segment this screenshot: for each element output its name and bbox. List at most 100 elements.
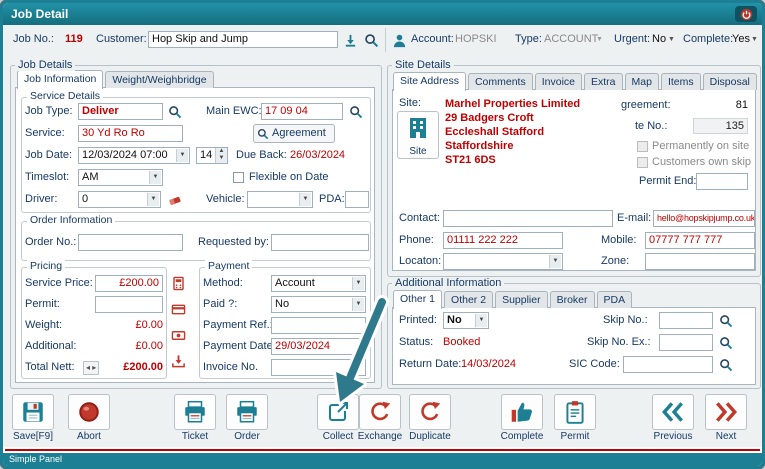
status-value: Booked [443, 336, 481, 348]
order-button[interactable]: Order [221, 394, 273, 442]
zone-field[interactable] [645, 253, 755, 270]
tab-other-2[interactable]: Other 2 [444, 291, 494, 308]
mobile-field[interactable]: 07777 777 777 [645, 232, 755, 249]
paid-combo[interactable]: No ▼ [271, 296, 366, 313]
payment-legend: Payment [205, 260, 253, 272]
permit-end-field[interactable] [696, 173, 748, 190]
payment-ref-field[interactable] [271, 317, 366, 334]
clear-driver-button[interactable] [166, 191, 183, 208]
site-button[interactable]: Site [397, 111, 439, 159]
abort-button-label: Abort [77, 431, 101, 442]
contact-field[interactable] [443, 210, 613, 227]
banknote-button[interactable] [170, 327, 187, 344]
clipboard-icon [566, 401, 584, 424]
type-combo[interactable]: ACCOUNT [544, 31, 598, 48]
ticket-button[interactable]: Ticket [169, 394, 221, 442]
previous-button[interactable]: Previous [647, 394, 699, 442]
complete-combo[interactable]: Yes [732, 31, 750, 48]
requested-by-field[interactable] [271, 234, 369, 251]
pos-terminal-button[interactable] [170, 275, 187, 292]
customer-input[interactable]: Hop Skip and Jump [148, 31, 338, 48]
skip-no-field[interactable] [659, 312, 713, 329]
job-type-field[interactable]: Deliver [78, 103, 163, 120]
exchange-button[interactable]: Exchange [354, 394, 406, 442]
duration-spinner[interactable]: 14 ▲ ▼ [196, 147, 228, 164]
tab-pda[interactable]: PDA [596, 291, 633, 308]
tab-broker[interactable]: Broker [549, 291, 595, 308]
service-price-value: £200.00 [119, 277, 159, 289]
complete-button[interactable]: Complete [496, 394, 548, 442]
power-icon [740, 8, 752, 20]
customers-own-skip-checkbox[interactable] [637, 157, 648, 168]
tab-comments[interactable]: Comments [467, 73, 533, 90]
tab-extra[interactable]: Extra [584, 73, 623, 90]
invoice-no-field[interactable] [271, 359, 366, 376]
spinner-up-down-icon[interactable]: ▲ ▼ [215, 148, 227, 163]
location-combo[interactable]: ▼ [443, 253, 563, 270]
refresh-icon [421, 401, 441, 421]
sic-code-field[interactable] [623, 356, 713, 373]
method-combo[interactable]: Account ▼ [271, 275, 366, 292]
email-value: hello@hopskipjump.co.uk [657, 213, 755, 223]
customer-search-button[interactable] [362, 31, 380, 49]
tab-items[interactable]: Items [660, 73, 701, 90]
tab-site-address[interactable]: Site Address [393, 72, 466, 91]
main-ewc-field[interactable]: 17 09 04 [261, 103, 343, 120]
chevrons-right-icon [716, 402, 737, 422]
chevron-down-icon: ▼ [299, 193, 311, 206]
customer-label: Customer: [96, 33, 147, 45]
service-price-field[interactable]: £200.00 [95, 275, 163, 292]
tab-disposal[interactable]: Disposal [702, 73, 757, 90]
timeslot-combo[interactable]: AM ▼ [78, 169, 163, 186]
site-address-line: Staffordshire [445, 140, 514, 152]
permanently-on-site-checkbox[interactable] [637, 141, 648, 152]
next-button[interactable]: Next [700, 394, 752, 442]
flexible-on-date-checkbox[interactable] [233, 172, 244, 183]
status-bar: Simple Panel [3, 453, 762, 466]
urgent-combo[interactable]: No [652, 31, 666, 48]
service-field[interactable]: 30 Yd Ro Ro [78, 125, 183, 142]
sic-code-search-button[interactable] [717, 356, 734, 373]
payment-date-field[interactable]: 29/03/2024 [271, 338, 366, 355]
pda-field[interactable] [345, 191, 369, 208]
tab-weight-weighbridge[interactable]: Weight/Weighbridge [105, 71, 214, 88]
abort-button[interactable]: Abort [63, 394, 115, 442]
skip-no-ex-search-button[interactable] [717, 334, 734, 351]
weight-value: £0.00 [135, 319, 163, 331]
tab-supplier[interactable]: Supplier [495, 291, 548, 308]
customer-import-button[interactable] [341, 31, 359, 49]
job-date-combo[interactable]: 12/03/2024 07:00 ▼ [78, 147, 190, 164]
duplicate-button[interactable]: Duplicate [404, 394, 456, 442]
save-button[interactable]: Save[F9] [7, 394, 59, 442]
vehicle-label: Vehicle: [206, 193, 245, 205]
banknote-icon [171, 331, 186, 340]
contact-label: Contact: [399, 212, 440, 224]
close-power-button[interactable] [735, 6, 757, 22]
agreement-button[interactable]: Agreement [253, 124, 335, 143]
import-payment-button[interactable] [170, 353, 187, 370]
permit-field[interactable] [95, 296, 163, 313]
tab-map[interactable]: Map [624, 73, 659, 90]
abort-icon [79, 402, 99, 422]
total-nett-nav-arrows[interactable]: ◂ ▸ [83, 361, 100, 375]
skip-no-search-button[interactable] [717, 312, 734, 329]
vehicle-combo[interactable]: ▼ [247, 191, 313, 208]
order-no-field[interactable] [78, 234, 183, 251]
tab-other-1[interactable]: Other 1 [393, 290, 443, 309]
driver-combo[interactable]: 0 ▼ [78, 191, 161, 208]
credit-card-button[interactable] [170, 301, 187, 318]
phone-field[interactable]: 01111 222 222 [443, 232, 563, 249]
job-type-search-button[interactable] [166, 103, 183, 120]
tab-job-information[interactable]: Job Information [17, 70, 104, 89]
skip-no-ex-field[interactable] [659, 334, 713, 351]
tab-invoice[interactable]: Invoice [534, 73, 582, 90]
permit-label: Permit: [25, 298, 60, 310]
order-information-legend: Order Information [27, 214, 116, 226]
permit-button[interactable]: Permit [549, 394, 601, 442]
magnifier-icon [719, 358, 732, 371]
email-field[interactable]: hello@hopskipjump.co.uk [653, 210, 755, 227]
magnifier-icon [257, 128, 269, 139]
main-ewc-search-button[interactable] [347, 103, 364, 120]
eraser-icon [168, 196, 181, 205]
printed-combo[interactable]: No ▼ [443, 312, 489, 329]
